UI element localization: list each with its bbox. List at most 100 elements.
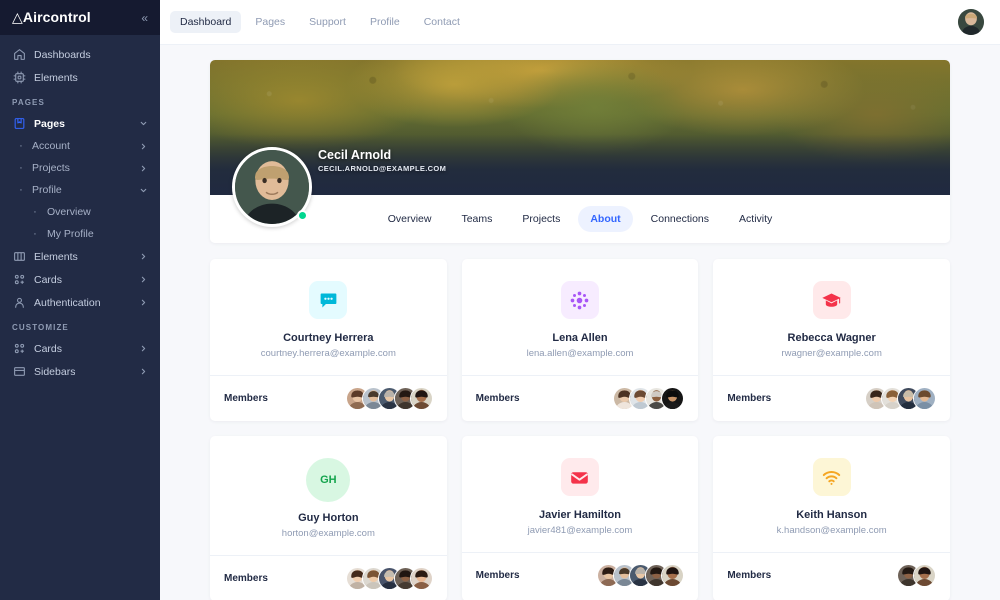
sidebar-section-customize-title: CUSTOMIZE bbox=[0, 314, 160, 337]
member-avatar-stack[interactable] bbox=[613, 387, 684, 410]
sidebar-item-elements[interactable]: Elements bbox=[0, 245, 160, 268]
sidebar-item-label: Elements bbox=[34, 251, 78, 263]
member-avatar[interactable] bbox=[661, 564, 684, 587]
topnav-item-dashboard[interactable]: Dashboard bbox=[170, 11, 241, 33]
brand-logo[interactable]: △Aircontrol bbox=[12, 9, 91, 26]
user-card-body: Keith Hanson k.handson@example.com bbox=[713, 436, 950, 552]
sidebar-item-pages[interactable]: Pages bbox=[0, 112, 160, 135]
members-label: Members bbox=[727, 393, 771, 404]
sidebar-item-projects[interactable]: · Projects bbox=[0, 157, 160, 179]
sidebar-item-customize-cards[interactable]: Cards bbox=[0, 337, 160, 360]
sidebar-item-label: Sidebars bbox=[34, 366, 75, 378]
user-card[interactable]: Rebecca Wagner rwagner@example.com Membe… bbox=[713, 259, 950, 421]
initials-text: GH bbox=[320, 474, 337, 486]
sidebar-item-cards[interactable]: Cards bbox=[0, 268, 160, 291]
sidebar-item-authentication[interactable]: Authentication bbox=[0, 291, 160, 314]
user-card-footer: Members bbox=[462, 375, 699, 421]
chip-icon bbox=[12, 71, 26, 85]
member-avatar-stack[interactable] bbox=[597, 564, 684, 587]
topbar: Dashboard Pages Support Profile Contact bbox=[160, 0, 1000, 45]
member-avatar[interactable] bbox=[410, 387, 433, 410]
members-label: Members bbox=[224, 393, 268, 404]
profile-tab-about[interactable]: About bbox=[578, 206, 632, 232]
user-card[interactable]: Courtney Herrera courtney.herrera@exampl… bbox=[210, 259, 447, 421]
member-avatar-stack[interactable] bbox=[865, 387, 936, 410]
profile-tab-teams[interactable]: Teams bbox=[449, 206, 504, 232]
chevron-down-icon bbox=[139, 119, 148, 128]
sidebar-item-elements-top[interactable]: Elements bbox=[0, 66, 160, 89]
profile-avatar-wrap[interactable] bbox=[232, 147, 312, 227]
profile-tab-projects[interactable]: Projects bbox=[510, 206, 572, 232]
user-card-body: Courtney Herrera courtney.herrera@exampl… bbox=[210, 259, 447, 375]
member-avatar[interactable] bbox=[913, 387, 936, 410]
sidebar-icon bbox=[12, 365, 26, 379]
user-card-email: javier481@example.com bbox=[528, 525, 633, 536]
user-card-name: Lena Allen bbox=[552, 332, 607, 344]
status-badge bbox=[297, 210, 308, 221]
user-card[interactable]: Keith Hanson k.handson@example.com Membe… bbox=[713, 436, 950, 600]
user-card-email: k.handson@example.com bbox=[777, 525, 887, 536]
sidebar-item-label: My Profile bbox=[47, 228, 94, 240]
user-card-name: Keith Hanson bbox=[796, 509, 867, 521]
member-avatar[interactable] bbox=[913, 564, 936, 587]
sidebar-item-account[interactable]: · Account bbox=[0, 135, 160, 157]
profile-tab-activity[interactable]: Activity bbox=[727, 206, 784, 232]
sidebar-item-my-profile[interactable]: · My Profile bbox=[0, 223, 160, 245]
node-network-icon bbox=[561, 281, 599, 319]
sidebar: △Aircontrol « Dashboards Elements PAGES bbox=[0, 0, 160, 600]
member-avatar-stack[interactable] bbox=[897, 564, 936, 587]
cover-texture bbox=[210, 60, 950, 195]
graduation-cap-icon bbox=[813, 281, 851, 319]
sidebar-item-overview[interactable]: · Overview bbox=[0, 201, 160, 223]
chevron-right-icon bbox=[139, 298, 148, 307]
user-cards-grid: Courtney Herrera courtney.herrera@exampl… bbox=[210, 259, 950, 600]
profile-header-card: Cecil Arnold CECIL.ARNOLD@EXAMPLE.COM bbox=[210, 60, 950, 243]
profile-tab-connections[interactable]: Connections bbox=[639, 206, 721, 232]
topnav-item-profile[interactable]: Profile bbox=[360, 11, 410, 33]
user-card-footer: Members bbox=[713, 552, 950, 598]
topnav-item-pages[interactable]: Pages bbox=[245, 11, 295, 33]
chevron-down-icon bbox=[139, 186, 148, 195]
profile-email: CECIL.ARNOLD@EXAMPLE.COM bbox=[318, 164, 446, 173]
member-avatar-stack[interactable] bbox=[346, 387, 433, 410]
brand-triangle-icon: △ bbox=[12, 9, 23, 25]
sidebar-item-profile[interactable]: · Profile bbox=[0, 179, 160, 201]
profile-tab-overview[interactable]: Overview bbox=[376, 206, 444, 232]
chevron-right-icon bbox=[139, 252, 148, 261]
sidebar-item-dashboards[interactable]: Dashboards bbox=[0, 43, 160, 66]
member-avatar[interactable] bbox=[661, 387, 684, 410]
sidebar-item-label: Overview bbox=[47, 206, 91, 218]
members-label: Members bbox=[224, 573, 268, 584]
member-avatar[interactable] bbox=[410, 567, 433, 590]
user-card[interactable]: Lena Allen lena.allen@example.com Member… bbox=[462, 259, 699, 421]
user-card-footer: Members bbox=[462, 552, 699, 598]
members-label: Members bbox=[476, 393, 520, 404]
chevron-right-icon bbox=[139, 275, 148, 284]
sidebar-item-label: Dashboards bbox=[34, 49, 91, 61]
content-scroll: Cecil Arnold CECIL.ARNOLD@EXAMPLE.COM bbox=[160, 45, 1000, 600]
sidebar-item-label: Pages bbox=[34, 118, 65, 130]
topnav-item-support[interactable]: Support bbox=[299, 11, 356, 33]
brand-name: Aircontrol bbox=[23, 9, 91, 25]
sidebar-collapse-button[interactable]: « bbox=[141, 12, 148, 24]
user-card-email: courtney.herrera@example.com bbox=[261, 348, 396, 359]
user-card[interactable]: GH Guy Horton horton@example.com Members bbox=[210, 436, 447, 600]
chevron-right-icon bbox=[139, 142, 148, 151]
member-avatar-stack[interactable] bbox=[346, 567, 433, 590]
user-card-body: GH Guy Horton horton@example.com bbox=[210, 436, 447, 555]
user-card[interactable]: Javier Hamilton javier481@example.com Me… bbox=[462, 436, 699, 600]
initials-avatar: GH bbox=[306, 458, 350, 502]
user-card-footer: Members bbox=[713, 375, 950, 421]
app-root: △Aircontrol « Dashboards Elements PAGES bbox=[0, 0, 1000, 600]
user-card-footer: Members bbox=[210, 555, 447, 600]
user-card-email: lena.allen@example.com bbox=[527, 348, 634, 359]
sidebar-item-sidebars[interactable]: Sidebars bbox=[0, 360, 160, 383]
sidebar-item-label: Profile bbox=[32, 184, 62, 196]
topnav-item-contact[interactable]: Contact bbox=[414, 11, 470, 33]
user-card-footer: Members bbox=[210, 375, 447, 421]
book-icon bbox=[12, 117, 26, 131]
sidebar-item-label: Elements bbox=[34, 72, 78, 84]
profile-name: Cecil Arnold bbox=[318, 148, 446, 162]
topbar-user-avatar[interactable] bbox=[958, 9, 984, 35]
user-card-body: Rebecca Wagner rwagner@example.com bbox=[713, 259, 950, 375]
